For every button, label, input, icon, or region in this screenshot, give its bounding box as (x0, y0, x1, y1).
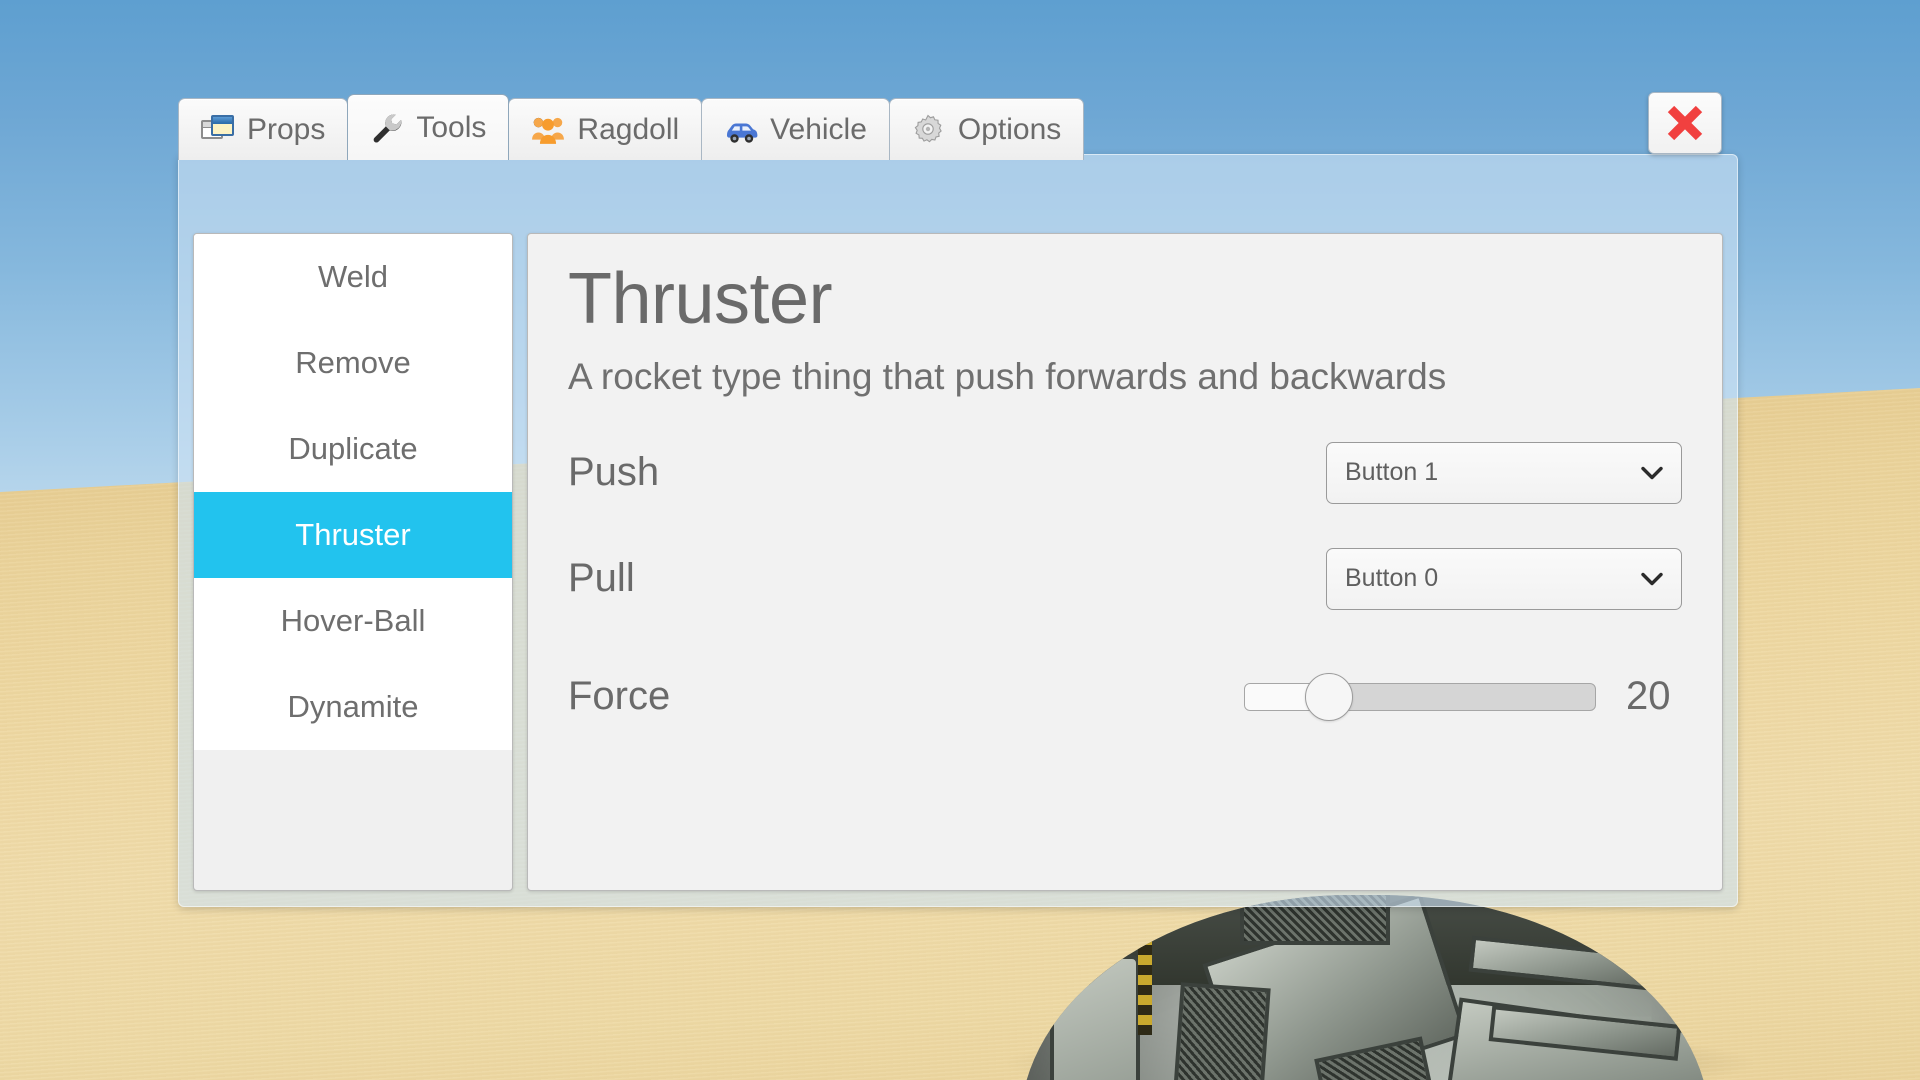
tool-name: Duplicate (288, 431, 418, 466)
field-row-force: Force 20 (568, 666, 1682, 728)
field-label: Force (568, 674, 671, 719)
people-group-icon (531, 113, 565, 147)
list-item[interactable]: Remove (194, 320, 512, 406)
tab-label: Props (247, 112, 326, 146)
tool-name: Remove (295, 345, 411, 380)
gear-icon (912, 113, 946, 147)
list-item[interactable]: Weld (194, 234, 512, 320)
field-row-push: Push Button 1 (568, 441, 1682, 504)
page-description: A rocket type thing that push forwards a… (568, 355, 1447, 397)
tab-props[interactable]: Props (178, 98, 349, 160)
field-row-pull: Pull Button 0 (568, 547, 1682, 610)
tab-label: Options (957, 112, 1062, 146)
windows-stack-icon (201, 113, 235, 147)
tab-bar: Props Tools Ragdoll Vehicle Options (178, 92, 1085, 160)
tab-label: Ragdoll (577, 112, 680, 146)
slider-thumb[interactable] (1305, 672, 1353, 721)
list-item[interactable]: Duplicate (194, 406, 512, 492)
list-item-selected[interactable]: Thruster (194, 492, 512, 578)
page-title: Thruster (568, 259, 833, 339)
tab-tools[interactable]: Tools (347, 94, 510, 160)
tool-name: Dynamite (287, 689, 419, 724)
close-button[interactable] (1648, 92, 1722, 154)
pull-binding-select[interactable]: Button 0 (1326, 547, 1682, 610)
wrench-icon (370, 111, 404, 145)
field-label: Pull (568, 556, 635, 601)
tool-name: Weld (317, 259, 389, 294)
select-value: Button 0 (1345, 564, 1439, 593)
car-icon (724, 113, 758, 147)
list-item[interactable]: Hover-Ball (194, 578, 512, 664)
force-slider[interactable] (1244, 672, 1596, 721)
push-binding-select[interactable]: Button 1 (1326, 441, 1682, 504)
metal-ball-prop[interactable] (1020, 895, 1710, 1080)
tool-detail-panel: Thruster A rocket type thing that push f… (527, 233, 1723, 891)
force-value: 20 (1626, 674, 1671, 719)
tab-options[interactable]: Options (888, 98, 1085, 160)
sandbox-tool-window: Props Tools Ragdoll Vehicle Options Weld… (178, 92, 1738, 907)
tab-ragdoll[interactable]: Ragdoll (508, 98, 703, 160)
tool-list: Weld Remove Duplicate Thruster Hover-Bal… (193, 233, 513, 891)
tab-vehicle[interactable]: Vehicle (701, 98, 890, 160)
chevron-down-icon (1639, 566, 1665, 592)
tool-name: Thruster (295, 517, 411, 552)
tool-name: Hover-Ball (280, 603, 426, 638)
tab-label: Tools (416, 110, 487, 144)
field-label: Push (568, 450, 660, 495)
window-frame: Weld Remove Duplicate Thruster Hover-Bal… (178, 154, 1738, 907)
chevron-down-icon (1639, 460, 1665, 486)
close-x-icon (1667, 105, 1703, 141)
list-item[interactable]: Dynamite (194, 664, 512, 750)
tab-label: Vehicle (770, 112, 867, 146)
select-value: Button 1 (1345, 458, 1439, 487)
